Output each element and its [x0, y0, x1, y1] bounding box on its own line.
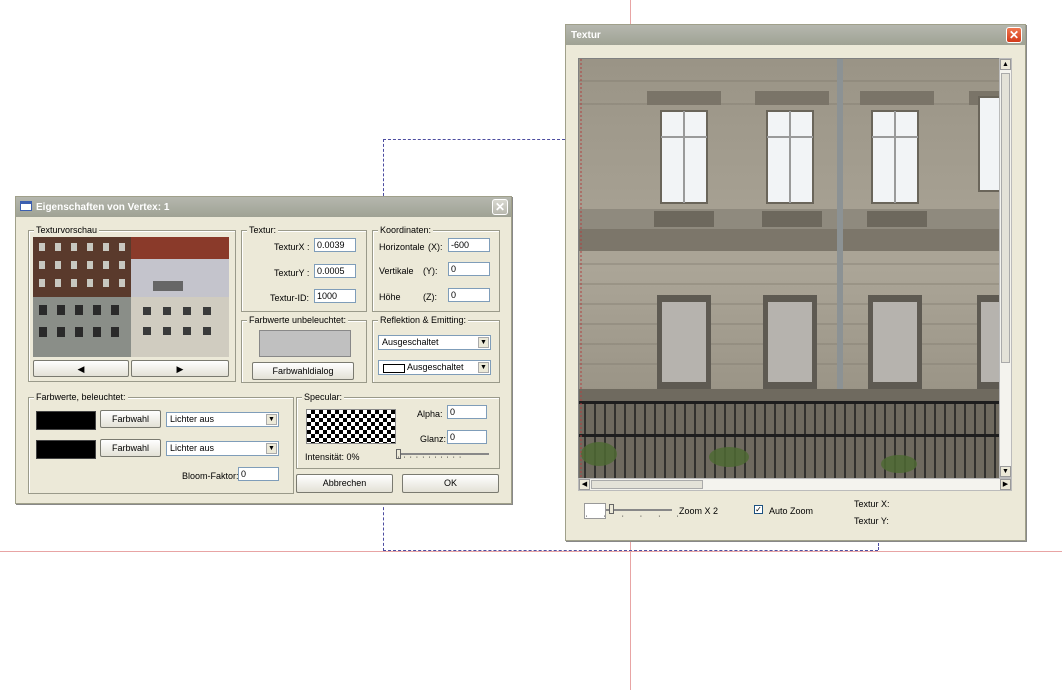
- chevron-down-icon[interactable]: ▼: [478, 362, 489, 373]
- texture-x-readout-label: Textur X:: [854, 499, 890, 509]
- height-axis-label: (Z):: [423, 292, 437, 302]
- reflection-select-value: Ausgeschaltet: [382, 337, 439, 347]
- bloom-factor-label: Bloom-Faktor:: [182, 471, 239, 481]
- light-select-1[interactable]: Lichter aus ▼: [166, 412, 279, 427]
- chevron-down-icon[interactable]: ▼: [266, 414, 277, 425]
- auto-zoom-checkbox[interactable]: ✓: [754, 505, 763, 514]
- specular-label: Specular:: [302, 392, 345, 402]
- connector-line-left-upper: [383, 139, 384, 196]
- vertex-properties-dialog: Eigenschaften von Vertex: 1 ✕ Texturvors…: [15, 196, 512, 504]
- close-icon[interactable]: ✕: [1006, 27, 1022, 43]
- scroll-right-icon[interactable]: ▶: [1000, 479, 1011, 490]
- glanz-label: Glanz:: [420, 434, 447, 444]
- emitting-color-preview: [383, 364, 405, 373]
- vertical-label: Vertikale: [379, 266, 414, 276]
- texture-x-input[interactable]: 0.0039: [314, 238, 356, 252]
- texture-preview-image[interactable]: [33, 237, 229, 357]
- scroll-left-icon[interactable]: ◀: [579, 479, 590, 490]
- emitting-select[interactable]: Ausgeschaltet ▼: [378, 360, 491, 375]
- connector-line-left-lower: [383, 502, 384, 551]
- texture-group-label: Textur:: [247, 225, 279, 235]
- texture-y-label: TexturY :: [274, 268, 310, 278]
- unlit-colors-label: Farbwerte unbeleuchtet:: [247, 315, 349, 325]
- cancel-button[interactable]: Abbrechen: [296, 474, 393, 493]
- vertical-scrollbar[interactable]: ▲ ▼: [999, 58, 1012, 478]
- connector-line-bottom: [383, 550, 878, 551]
- horizontal-scrollbar[interactable]: ◀ ▶: [578, 478, 1012, 491]
- texture-y-input[interactable]: 0.0005: [314, 264, 356, 278]
- window-icon: [20, 201, 32, 211]
- light-select-2[interactable]: Lichter aus ▼: [166, 441, 279, 456]
- lit-color-swatch-2: [36, 440, 96, 459]
- horizontal-x-input[interactable]: -600: [448, 238, 490, 252]
- emitting-select-value: Ausgeschaltet: [407, 362, 464, 372]
- horizontal-guide-line: [0, 551, 1062, 552]
- vertical-y-input[interactable]: 0: [448, 262, 490, 276]
- zoom-label: Zoom X 2: [679, 506, 719, 516]
- lit-colors-label: Farbwerte, beleuchtet:: [34, 392, 128, 402]
- auto-zoom-label: Auto Zoom: [769, 506, 814, 516]
- bloom-factor-input[interactable]: 0: [238, 467, 279, 481]
- height-label: Höhe: [379, 292, 401, 302]
- reflection-select[interactable]: Ausgeschaltet ▼: [378, 335, 491, 350]
- chevron-down-icon[interactable]: ▼: [478, 337, 489, 348]
- next-texture-button[interactable]: ▶: [131, 360, 229, 377]
- specular-preview-checkerboard: [306, 409, 396, 444]
- glanz-input[interactable]: 0: [447, 430, 487, 444]
- zoom-slider-thumb[interactable]: [609, 504, 614, 514]
- coordinates-group-label: Koordinaten:: [378, 225, 434, 235]
- intensity-slider-track[interactable]: [397, 453, 489, 455]
- texture-image-view[interactable]: [578, 58, 1001, 480]
- ok-button[interactable]: OK: [402, 474, 499, 493]
- intensity-label: Intensität: 0%: [305, 452, 360, 462]
- zoom-slider-track[interactable]: [606, 509, 672, 511]
- texture-preview-label: Texturvorschau: [34, 225, 100, 235]
- dialog-titlebar[interactable]: Eigenschaften von Vertex: 1 ✕: [16, 197, 511, 217]
- vertical-axis-label: (Y):: [423, 266, 438, 276]
- texture-id-label: Textur-ID:: [270, 293, 310, 303]
- light-select-1-value: Lichter aus: [170, 414, 215, 424]
- left-arrow-icon: ◀: [77, 364, 85, 374]
- alpha-label: Alpha:: [417, 409, 443, 419]
- intensity-slider-ticks: ''''''''''': [398, 457, 466, 463]
- texture-window: Textur ✕ ▲ ▼ ◀ ▶ '''''' Zoom X 2 ✓ Auto …: [565, 24, 1026, 541]
- height-z-input[interactable]: 0: [448, 288, 490, 302]
- zoom-slider-ticks: '''''': [586, 516, 695, 522]
- light-select-2-value: Lichter aus: [170, 443, 215, 453]
- horizontal-axis-label: (X):: [428, 242, 443, 252]
- previous-texture-button[interactable]: ◀: [33, 360, 129, 377]
- right-arrow-icon: ▶: [176, 364, 184, 374]
- color-pick-button-2[interactable]: Farbwahl: [100, 439, 161, 457]
- color-picker-dialog-button[interactable]: Farbwahldialog: [252, 362, 354, 380]
- texture-window-titlebar[interactable]: Textur ✕: [566, 25, 1025, 45]
- horizontal-scroll-thumb[interactable]: [591, 480, 703, 489]
- unlit-color-swatch: [259, 330, 351, 357]
- lit-color-swatch-1: [36, 411, 96, 430]
- dialog-title: Eigenschaften von Vertex: 1: [36, 202, 170, 213]
- chevron-down-icon[interactable]: ▼: [266, 443, 277, 454]
- horizontal-label: Horizontale: [379, 242, 425, 252]
- texture-window-title: Textur: [571, 30, 601, 41]
- scroll-down-icon[interactable]: ▼: [1000, 466, 1011, 477]
- texture-id-input[interactable]: 1000: [314, 289, 356, 303]
- color-pick-button-1[interactable]: Farbwahl: [100, 410, 161, 428]
- connector-line-top: [383, 139, 565, 140]
- close-icon[interactable]: ✕: [492, 199, 508, 215]
- checkmark-icon: ✓: [755, 505, 762, 514]
- alpha-input[interactable]: 0: [447, 405, 487, 419]
- scroll-up-icon[interactable]: ▲: [1000, 59, 1011, 70]
- vertical-scroll-thumb[interactable]: [1001, 73, 1010, 363]
- texture-x-label: TexturX :: [274, 242, 310, 252]
- reflection-label: Reflektion & Emitting:: [378, 315, 469, 325]
- texture-y-readout-label: Textur Y:: [854, 516, 889, 526]
